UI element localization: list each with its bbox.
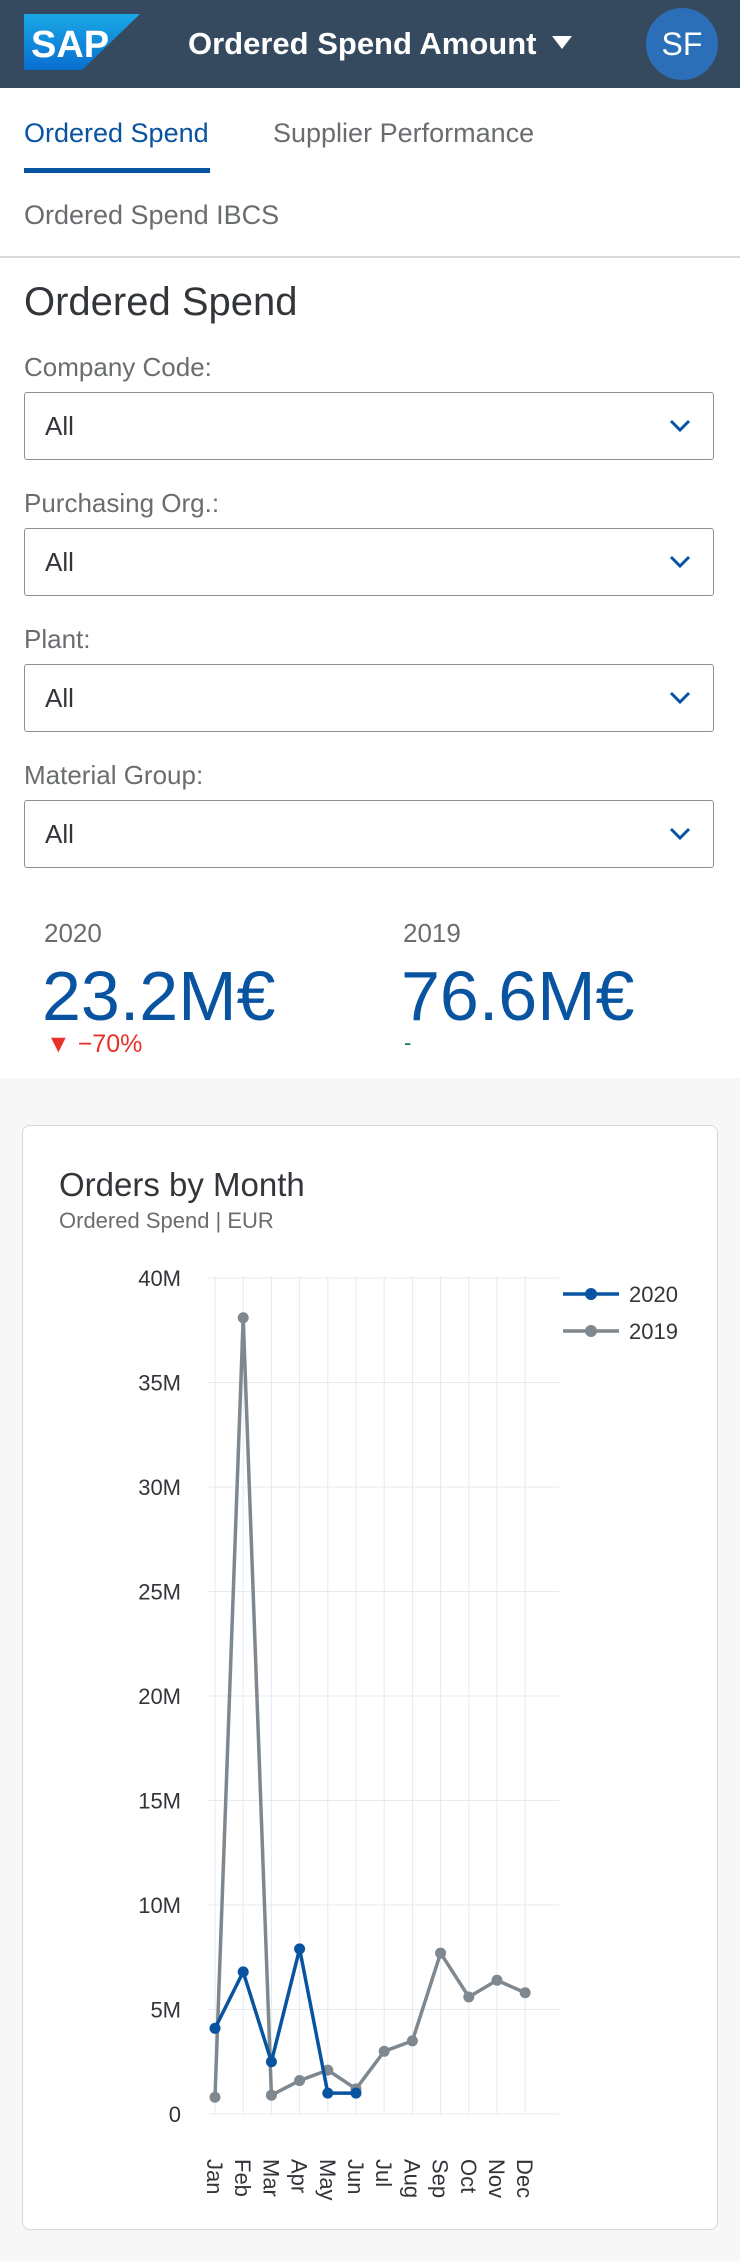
data-point-2020 <box>350 2087 362 2099</box>
x-tick-label: May <box>315 2159 340 2201</box>
chevron-down-icon <box>669 419 691 433</box>
kpi-2020-value[interactable]: 23.2M€ <box>42 956 275 1036</box>
orders-by-month-card[interactable]: Orders by Month Ordered Spend | EUR 0 5M 1… <box>22 1125 718 2230</box>
kpi-2019-delta: - <box>404 1030 412 1055</box>
data-point-2019 <box>378 2045 390 2057</box>
legend-marker-2020 <box>585 1288 597 1300</box>
plant-select[interactable]: All <box>24 664 714 732</box>
svg-text:SAP: SAP <box>31 24 109 66</box>
data-point-2020 <box>237 1966 249 1978</box>
sap-logo[interactable]: SAP <box>24 14 140 70</box>
legend-marker-2019 <box>585 1325 597 1337</box>
tab-ordered-spend-ibcs[interactable]: Ordered Spend IBCS <box>24 200 279 231</box>
material-group-label: Material Group: <box>24 760 204 790</box>
kpi-2019-value[interactable]: 76.6M€ <box>401 956 634 1036</box>
app-title[interactable]: Ordered Spend Amount <box>188 24 536 64</box>
y-tick-label: 30M <box>138 1475 181 1500</box>
legend-label-2019: 2019 <box>629 1319 678 1344</box>
kpi-2020-delta: ▼ −70% <box>46 1030 143 1058</box>
filter-panel: Ordered Spend Company Code: All Purchasi… <box>0 258 740 1078</box>
data-point-2019 <box>463 1991 475 2003</box>
tab-supplier-performance[interactable]: Supplier Performance <box>273 118 534 149</box>
x-tick-label: Jul <box>371 2159 396 2187</box>
x-tick-label: Aug <box>399 2159 424 2198</box>
data-point-2019 <box>237 1312 249 1324</box>
y-tick-label: 40M <box>138 1266 181 1291</box>
data-point-2019 <box>265 2089 277 2101</box>
data-point-2019 <box>209 2091 221 2103</box>
data-point-2019 <box>294 2075 306 2087</box>
data-point-2020 <box>209 2022 221 2034</box>
company-code-select[interactable]: All <box>24 392 714 460</box>
page-title: Ordered Spend <box>24 280 298 324</box>
y-tick-label: 0 <box>169 2102 181 2127</box>
purchasing-org-label: Purchasing Org.: <box>24 488 220 518</box>
y-tick-label: 5M <box>150 1998 181 2023</box>
x-tick-label: Feb <box>230 2159 255 2197</box>
chevron-down-icon <box>669 555 691 569</box>
material-group-select[interactable]: All <box>24 800 714 868</box>
data-point-2019 <box>435 1947 447 1959</box>
y-tick-label: 35M <box>138 1371 181 1396</box>
chevron-down-icon <box>669 827 691 841</box>
data-point-2020 <box>265 2056 277 2068</box>
x-tick-label: Sep <box>428 2159 453 2198</box>
data-point-2020 <box>294 1943 306 1955</box>
y-tick-label: 25M <box>138 1580 181 1605</box>
selected-tab-indicator <box>24 168 210 173</box>
shell-bar: SAP Ordered Spend Amount SF <box>0 0 740 88</box>
data-point-2020 <box>322 2087 334 2099</box>
series-line-2019 <box>213 1315 526 2098</box>
x-tick-label: Oct <box>456 2159 481 2193</box>
x-tick-label: Mar <box>258 2159 283 2197</box>
y-tick-label: 10M <box>138 1893 181 1918</box>
x-tick-label: Jan <box>202 2159 227 2194</box>
kpi-2020-year: 2020 <box>44 918 102 948</box>
x-tick-label: Nov <box>484 2159 509 2198</box>
purchasing-org-value: All <box>45 547 74 577</box>
caret-down-icon[interactable] <box>552 36 572 50</box>
plant-label: Plant: <box>24 624 91 654</box>
y-tick-label: 20M <box>138 1684 181 1709</box>
series-line-2020 <box>213 1947 356 2095</box>
avatar[interactable]: SF <box>646 8 718 80</box>
y-tick-label: 15M <box>138 1789 181 1814</box>
plant-value: All <box>45 683 74 713</box>
data-point-2019 <box>491 1974 503 1986</box>
purchasing-org-select[interactable]: All <box>24 528 714 596</box>
tab-bar: Ordered Spend Supplier Performance Order… <box>0 88 740 258</box>
material-group-value: All <box>45 819 74 849</box>
x-tick-label: Apr <box>287 2159 312 2193</box>
legend-label-2020: 2020 <box>629 1282 678 1307</box>
orders-by-month-chart: 05M10M15M20M25M30M35M40MJan Feb Mar Apr May J… <box>138 1266 678 2201</box>
chevron-down-icon <box>669 691 691 705</box>
x-tick-label: Dec <box>512 2159 537 2198</box>
company-code-label: Company Code: <box>24 352 212 382</box>
data-point-2019 <box>519 1987 531 1999</box>
company-code-value: All <box>45 411 74 441</box>
tab-ordered-spend[interactable]: Ordered Spend <box>24 118 209 149</box>
kpi-2019-year: 2019 <box>403 918 461 948</box>
data-point-2019 <box>406 2035 418 2047</box>
x-tick-label: Jun <box>343 2159 368 2194</box>
